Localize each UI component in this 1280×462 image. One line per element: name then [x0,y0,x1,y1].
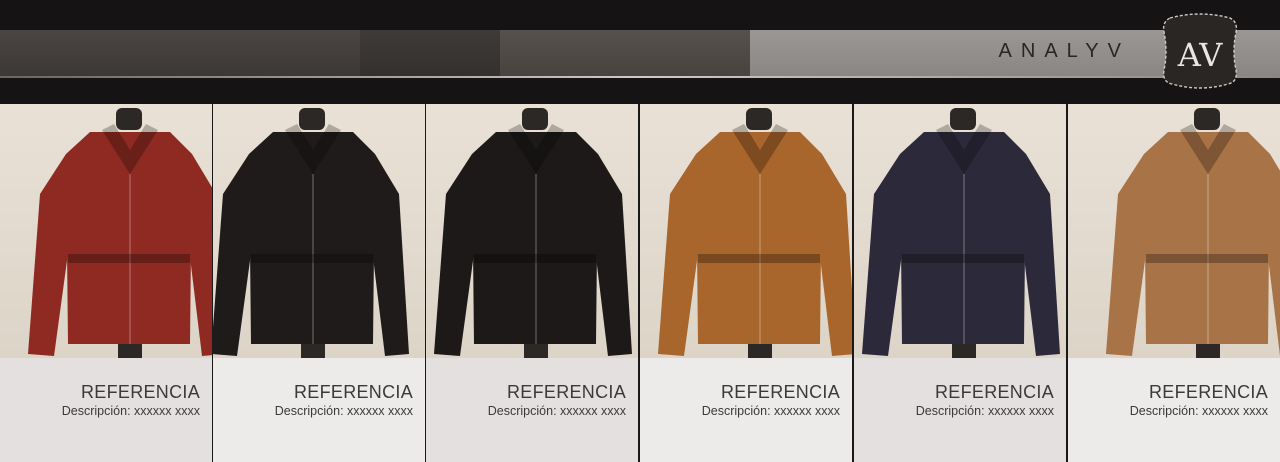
product-caption: REFERENCIA Descripción: xxxxxx xxxx [640,358,852,462]
product-reference: REFERENCIA [934,382,1054,402]
product-description: Descripción: xxxxxx xxxx [487,404,626,418]
product-reference: REFERENCIA [506,382,626,402]
brand-name: ANALYV [998,40,1130,62]
product-card[interactable]: REFERENCIA Descripción: xxxxxx xxxx [854,104,1066,462]
card-divider [639,104,640,358]
product-card[interactable]: REFERENCIA Descripción: xxxxxx xxxx [1068,104,1280,462]
product-caption: REFERENCIA Descripción: xxxxxx xxxx [426,358,638,462]
product-caption: REFERENCIA Descripción: xxxxxx xxxx [1068,358,1280,462]
product-photo[interactable] [1068,104,1280,358]
jacket-shape [862,108,1060,358]
header-divider [0,76,1280,78]
product-reference: REFERENCIA [720,382,840,402]
jacket-shape [28,108,212,358]
header-band [0,30,360,76]
product-description: Descripción: xxxxxx xxxx [915,404,1054,418]
product-photo[interactable] [640,104,852,358]
header-band [500,30,750,76]
product-caption: REFERENCIA Descripción: xxxxxx xxxx [0,358,212,462]
jacket-image [1106,108,1280,358]
jacket-image [862,108,1060,358]
product-caption: REFERENCIA Descripción: xxxxxx xxxx [854,358,1066,462]
jacket-shape [658,108,852,358]
product-reference: REFERENCIA [293,382,413,402]
jacket-image [434,108,632,358]
product-card[interactable]: REFERENCIA Descripción: xxxxxx xxxx [213,104,425,462]
product-photo[interactable] [213,104,425,358]
brand-logo-icon[interactable]: AV [1160,12,1240,90]
header-band [360,30,500,76]
jacket-shape [434,108,632,358]
card-divider [853,104,854,358]
jacket-image [213,108,409,358]
product-reference: REFERENCIA [1148,382,1268,402]
header-bar: ANALYV AV [0,0,1280,104]
product-photo[interactable] [426,104,638,358]
jacket-shape [1106,108,1280,358]
product-description: Descripción: xxxxxx xxxx [61,404,200,418]
product-photo[interactable] [0,104,212,358]
card-divider [1067,104,1068,358]
product-card[interactable]: REFERENCIA Descripción: xxxxxx xxxx [0,104,212,462]
product-reference: REFERENCIA [80,382,200,402]
product-card[interactable]: REFERENCIA Descripción: xxxxxx xxxx [640,104,852,462]
jacket-shape [213,108,409,358]
product-description: Descripción: xxxxxx xxxx [274,404,413,418]
jacket-image [28,108,212,358]
jacket-image [658,108,852,358]
product-photo[interactable] [854,104,1066,358]
product-card[interactable]: REFERENCIA Descripción: xxxxxx xxxx [426,104,638,462]
card-divider [425,104,426,358]
product-caption: REFERENCIA Descripción: xxxxxx xxxx [213,358,425,462]
logo-text: AV [1177,36,1224,74]
product-description: Descripción: xxxxxx xxxx [1129,404,1268,418]
card-divider [212,104,213,358]
product-description: Descripción: xxxxxx xxxx [701,404,840,418]
